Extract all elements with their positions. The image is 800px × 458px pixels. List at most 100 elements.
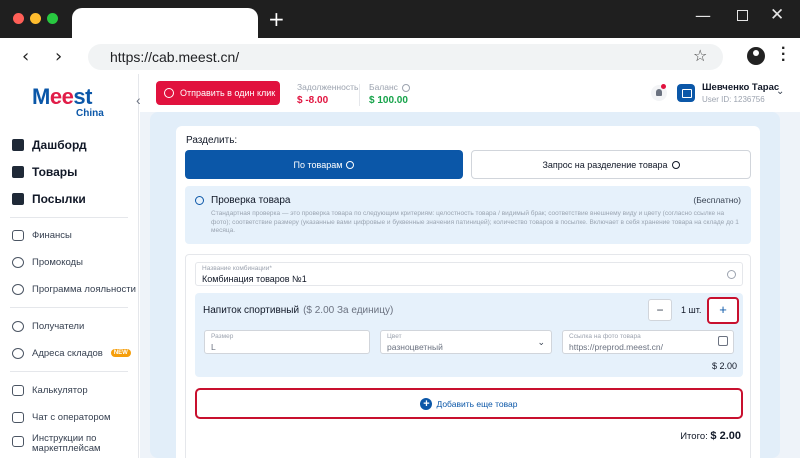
divider (359, 84, 360, 106)
debt-label: Задолженность (297, 82, 359, 92)
document-icon (12, 436, 24, 447)
parcel-icon (12, 193, 24, 205)
size-value: L (211, 342, 216, 352)
browser-tab[interactable] (72, 8, 258, 38)
sidebar-item-label: Программа лояльности (32, 283, 136, 295)
combination-block: Название комбинации* Комбинация товаров … (185, 254, 751, 458)
browser-menu-icon[interactable]: · · · (781, 41, 786, 69)
dashboard-icon (12, 139, 24, 151)
location-pin-icon (12, 347, 24, 359)
debt-stat: Задолженность $ -8.00 (297, 82, 358, 106)
sidebar-item-label: Дашборд (32, 138, 87, 152)
users-icon (12, 320, 24, 332)
back-arrow-icon[interactable]: ‹ (22, 46, 29, 67)
sidebar-item-label: Получатели (32, 320, 85, 332)
send-one-click-button[interactable]: Отправить в один клик (156, 81, 280, 105)
logo-brand: Meest (32, 84, 92, 109)
split-label: Разделить: (186, 135, 238, 146)
close-icon[interactable]: ✕ (770, 5, 784, 25)
minimize-window-dot-icon[interactable] (30, 13, 41, 24)
color-select[interactable]: Цвет разноцветный ⌄ (380, 330, 552, 354)
total-value: $ 2.00 (710, 430, 741, 442)
content-panel: Разделить: По товарам Запрос на разделен… (150, 112, 780, 458)
quantity-value: 1 шт. (681, 305, 702, 315)
sidebar-item-loyalty[interactable]: Программа лояльности (12, 279, 136, 299)
divider (10, 307, 128, 308)
info-icon[interactable] (402, 83, 411, 92)
goods-check-info: Проверка товара (Бесплатно) Стандартная … (185, 186, 751, 244)
logo-sub: China (76, 108, 104, 119)
sidebar-item-label: Товары (32, 165, 78, 179)
check-price: (Бесплатно) (693, 195, 741, 205)
sidebar-item-goods[interactable]: Товары (12, 162, 77, 182)
percent-icon (12, 256, 24, 268)
tab-label: Запрос на разделение товара (542, 159, 668, 170)
chat-icon (12, 411, 24, 423)
tab-split-by-goods[interactable]: По товарам (185, 150, 463, 179)
sidebar-item-dashboard[interactable]: Дашборд (12, 135, 87, 155)
add-more-goods-button[interactable]: + Добавить еще товар (195, 388, 743, 419)
close-window-dot-icon[interactable] (13, 13, 24, 24)
quantity-decrease-button[interactable]: − (648, 299, 672, 321)
plus-circle-icon: + (420, 397, 433, 410)
maximize-window-dot-icon[interactable] (47, 13, 58, 24)
info-icon[interactable] (727, 270, 736, 279)
balance-value: $ 100.00 (369, 95, 408, 106)
notification-dot (661, 84, 666, 89)
chevron-down-icon: ⌄ (537, 337, 545, 347)
color-label: Цвет (387, 333, 402, 340)
new-tab-icon[interactable]: + (268, 9, 285, 29)
bookmark-star-icon[interactable]: ☆ (693, 46, 707, 65)
sidebar-item-chat[interactable]: Чат с оператором (12, 407, 110, 427)
external-link-icon[interactable] (718, 336, 728, 346)
combination-name-field[interactable]: Название комбинации* Комбинация товаров … (195, 262, 743, 286)
meest-logo[interactable]: Meest China (32, 84, 104, 119)
user-card-icon[interactable] (677, 84, 695, 102)
calculator-icon (12, 384, 24, 396)
divider (10, 371, 128, 372)
sidebar-item-parcels[interactable]: Посылки (12, 189, 86, 209)
profile-icon[interactable] (747, 47, 765, 65)
balance-label: Баланс (369, 82, 398, 92)
total-label: Итого: (680, 431, 708, 442)
size-field[interactable]: Размер L (204, 330, 370, 354)
sidebar-item-calculator[interactable]: Калькулятор (12, 380, 88, 400)
sidebar-item-promocodes[interactable]: Промокоды (12, 252, 83, 272)
balance-label-row: Баланс (369, 82, 411, 92)
new-badge: NEW (110, 349, 131, 357)
sidebar: Meest China Дашборд Товары Посылки Финан… (0, 74, 139, 458)
balance-stat: Баланс $ 100.00 (369, 82, 411, 106)
chevron-down-icon[interactable]: ⌄ (776, 86, 784, 97)
info-icon (671, 160, 680, 169)
maximize-icon[interactable] (737, 10, 748, 21)
divider (10, 217, 128, 218)
browser-tab-bar: + — ✕ (0, 0, 800, 38)
minimize-icon[interactable]: — (695, 6, 711, 25)
sidebar-item-finance[interactable]: Финансы (12, 225, 72, 245)
debt-value: $ -8.00 (297, 95, 329, 106)
sidebar-item-instructions[interactable]: Инструкции по маркетплейсам (12, 434, 101, 458)
total-row: Итого: $ 2.00 (680, 430, 741, 442)
user-name[interactable]: Шевченко Тарас (702, 82, 779, 93)
tab-split-request[interactable]: Запрос на разделение товара (471, 150, 751, 179)
photo-link-value: https://preprod.meest.cn/ (569, 342, 664, 352)
url-input[interactable]: https://cab.meest.cn/ (88, 44, 723, 70)
send-button-label: Отправить в один клик (180, 88, 276, 98)
sidebar-item-label: Финансы (32, 229, 72, 241)
sidebar-item-recipients[interactable]: Получатели (12, 316, 84, 336)
product-line-total: $ 2.00 (711, 361, 737, 371)
photo-link-field[interactable]: Ссылка на фото товара https://preprod.me… (562, 330, 734, 354)
check-description: Стандартная проверка — это проверка това… (211, 210, 739, 234)
split-card: Разделить: По товарам Запрос на разделен… (176, 126, 760, 458)
info-icon (195, 196, 204, 205)
product-name: Напиток спортивный (203, 305, 300, 316)
main-content: Разделить: По товарам Запрос на разделен… (140, 112, 800, 458)
forward-arrow-icon[interactable]: › (55, 46, 62, 67)
quantity-increase-button[interactable]: + (707, 297, 739, 324)
sidebar-item-label-line2: маркетплейсам (32, 443, 101, 454)
box-icon (12, 166, 24, 178)
combination-name-label: Название комбинации* (202, 265, 272, 272)
photo-link-label: Ссылка на фото товара (569, 333, 641, 340)
user-id: User ID: 1236756 (702, 95, 765, 104)
sidebar-item-warehouses[interactable]: Адреса складов NEW (12, 343, 131, 363)
